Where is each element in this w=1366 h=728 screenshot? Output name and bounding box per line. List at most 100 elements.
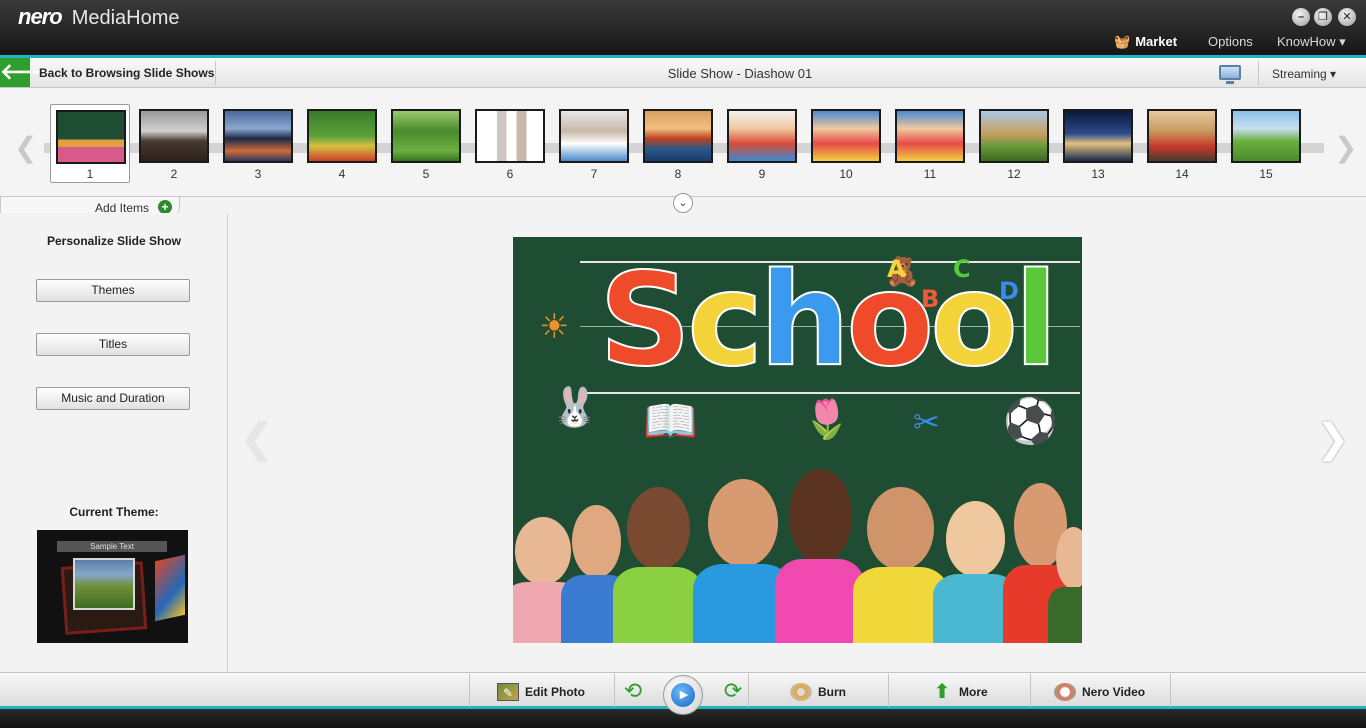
child-shirt (613, 567, 703, 643)
back-arrow-icon[interactable]: 🡐 (0, 58, 59, 87)
streaming-label: Streaming (1272, 67, 1327, 81)
thumbnail-image (56, 110, 126, 164)
slide-number: 3 (254, 167, 262, 181)
slide-number: 15 (1259, 167, 1273, 181)
children-group (513, 469, 1082, 643)
letter-a-doodle: A (887, 255, 906, 283)
divider (748, 674, 749, 707)
slide-number: 4 (338, 167, 346, 181)
child-shirt (1048, 587, 1082, 643)
minimize-icon[interactable]: – (1292, 8, 1310, 26)
slide-number: 11 (923, 167, 937, 181)
thumbnail-image (811, 109, 881, 163)
child-face (867, 487, 934, 571)
more-label: More (959, 685, 988, 699)
chevron-right-icon[interactable]: ❯ (1334, 134, 1357, 162)
divider (469, 674, 470, 707)
monitor-icon[interactable] (1219, 65, 1241, 84)
divider (1030, 674, 1031, 707)
music-and-duration-button[interactable]: Music and Duration (36, 387, 190, 410)
rotate-right-icon[interactable]: ⟳ (720, 678, 746, 704)
slide-thumbnail[interactable]: 6 (474, 107, 546, 182)
slide-thumbnail[interactable]: 1 (50, 104, 130, 183)
burn-label: Burn (818, 685, 846, 699)
thumbnail-image (895, 109, 965, 163)
thumbnail-image (1231, 109, 1301, 163)
chevron-down-icon[interactable]: ⌄ (673, 193, 693, 213)
knowhow-label: KnowHow (1277, 34, 1336, 49)
next-slide-icon[interactable]: ❯ (1316, 419, 1350, 459)
slide-thumbnail[interactable]: 13 (1062, 107, 1134, 182)
arrow-up-icon: ⬆ (933, 681, 951, 703)
slide-number: 6 (506, 167, 514, 181)
chevron-left-icon[interactable]: ❮ (14, 134, 37, 162)
titles-button[interactable]: Titles (36, 333, 190, 356)
thumbnail-image (1147, 109, 1217, 163)
title-bar: nero MediaHome – ❐ ✕ 🧺 Market Options Know… (0, 0, 1366, 58)
slide-thumbnail[interactable]: 9 (726, 107, 798, 182)
child-face (788, 469, 852, 563)
close-icon[interactable]: ✕ (1338, 8, 1356, 26)
child-face (945, 501, 1006, 577)
slide-thumbnail[interactable]: 5 (390, 107, 462, 182)
slide-number: 13 (1091, 167, 1105, 181)
edit-photo-button[interactable]: ✎ Edit Photo (497, 683, 585, 701)
back-button[interactable]: Back to Browsing Slide Shows (39, 66, 214, 80)
slide-thumbnail[interactable]: 12 (978, 107, 1050, 182)
slide-number: 9 (758, 167, 766, 181)
slide-thumbnail[interactable]: 14 (1146, 107, 1218, 182)
child-face (626, 487, 690, 571)
theme-photo (73, 558, 135, 610)
options-menu[interactable]: Options (1208, 34, 1253, 49)
slide-thumbnail[interactable]: 11 (894, 107, 966, 182)
more-button[interactable]: ⬆ More (931, 681, 988, 703)
edit-photo-label: Edit Photo (525, 685, 585, 699)
slide-number: 14 (1175, 167, 1189, 181)
rotate-left-icon[interactable]: ⟲ (620, 678, 646, 704)
play-icon: ▶ (671, 683, 695, 707)
slide-thumbnail[interactable]: 3 (222, 107, 294, 182)
market-menu[interactable]: 🧺 Market (1114, 34, 1177, 50)
thumbnail-image (727, 109, 797, 163)
page-title: Slide Show - Diashow 01 (667, 66, 813, 81)
market-label: Market (1135, 34, 1178, 49)
thumbnail-image (139, 109, 209, 163)
book-doodle: 📖 (643, 396, 698, 447)
burn-button[interactable]: Burn (790, 683, 846, 701)
themes-button[interactable]: Themes (36, 279, 190, 302)
bunny-doodle: 🐰 (551, 385, 599, 429)
nero-video-label: Nero Video (1082, 685, 1146, 699)
slide-thumbnail[interactable]: 10 (810, 107, 882, 182)
soccer-ball-doodle: ⚽ (1003, 396, 1058, 447)
streaming-dropdown[interactable]: Streaming ▾ (1272, 67, 1336, 81)
thumbnail-image (979, 109, 1049, 163)
slide-thumbnail[interactable]: 2 (138, 107, 210, 182)
play-button[interactable]: ▶ (663, 675, 703, 715)
nero-video-button[interactable]: Nero Video (1054, 683, 1145, 701)
slide-thumbnail[interactable]: 15 (1230, 107, 1302, 182)
child (775, 469, 865, 643)
slide-thumbnail[interactable]: 7 (558, 107, 630, 182)
letter-d-doodle: D (999, 277, 1019, 305)
slide-thumbnail[interactable]: 4 (306, 107, 378, 182)
restore-icon[interactable]: ❐ (1314, 8, 1332, 26)
thumbnail-image (1063, 109, 1133, 163)
knowhow-menu[interactable]: KnowHow ▾ (1277, 34, 1346, 50)
previous-slide-icon[interactable]: ❮ (240, 419, 274, 459)
chevron-down-icon: ▾ (1339, 34, 1346, 49)
divider (888, 674, 889, 707)
burn-disc-icon (790, 683, 812, 701)
basket-icon: 🧺 (1114, 34, 1131, 49)
slide-thumbnail[interactable]: 8 (642, 107, 714, 182)
slide-number: 12 (1007, 167, 1021, 181)
nav-bar: 🡐 Back to Browsing Slide Shows Slide Sho… (0, 58, 1366, 88)
slide-number: 2 (170, 167, 178, 181)
theme-preview[interactable]: Sample Text (37, 530, 188, 643)
thumbnail-image (475, 109, 545, 163)
plus-icon: + (158, 200, 172, 214)
school-headline: School (598, 256, 1059, 386)
divider (1170, 674, 1171, 707)
divider (1258, 61, 1259, 85)
theme-sample-text: Sample Text (57, 541, 167, 552)
headline-letter: l (1013, 246, 1059, 395)
